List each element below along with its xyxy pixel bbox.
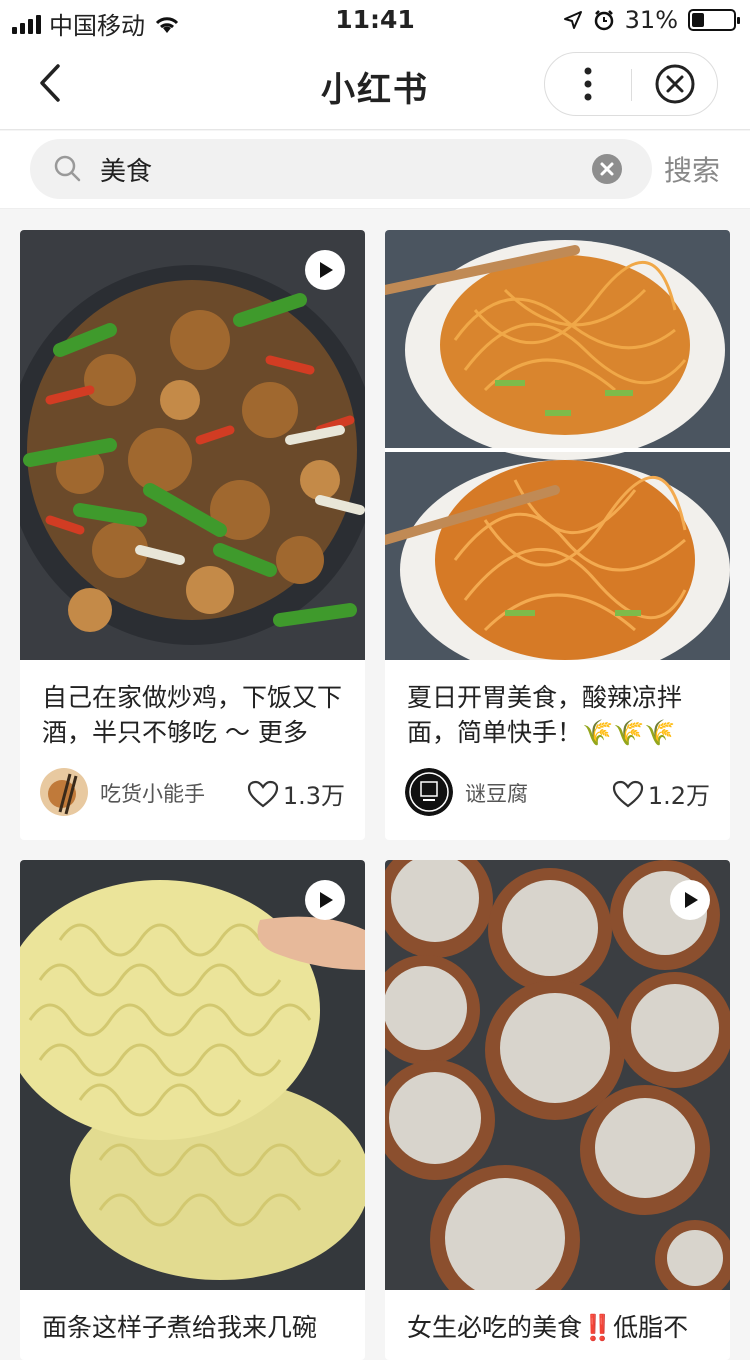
note-cover-image [385,230,730,660]
note-title: 夏日开胃美食，酸辣凉拌面，简单快手！🌾🌾🌾 [407,683,683,747]
play-icon [320,892,333,908]
note-card[interactable]: 夏日开胃美食，酸辣凉拌面，简单快手！🌾🌾🌾 谜豆腐 1.2万 [385,230,730,840]
note-card[interactable]: 自己在家做炒鸡，下饭又下酒，半只不够吃 ～ 更多 吃货小能手 1.3万 [20,230,365,840]
avatar[interactable] [405,768,453,816]
note-cover-image [20,230,365,660]
battery-percent: 31% [624,6,678,34]
like-button[interactable]: 1.2万 [612,776,710,811]
video-badge [305,250,345,290]
note-meta: 谜豆腐 1.2万 [405,768,710,818]
play-icon [320,262,333,278]
video-badge [670,880,710,920]
status-bar: 中国移动 11:41 31% [0,0,750,40]
note-card[interactable]: 女生必吃的美食‼️低脂不 [385,860,730,1360]
close-button[interactable] [632,53,718,115]
stir-fry-chicken-image [20,230,365,660]
note-cover-image [20,860,365,1290]
cold-noodles-image [385,230,730,660]
like-count: 1.3万 [282,782,345,810]
note-card[interactable]: 面条这样子煮给我来几碗 [20,860,365,1360]
more-button[interactable] [545,53,631,115]
play-icon [685,892,698,908]
heart-icon [247,780,278,807]
clear-icon[interactable] [592,154,622,184]
heart-icon [612,780,643,807]
search-input[interactable] [100,149,580,189]
dry-noodle-cakes-image [20,860,365,1290]
search-icon [54,155,81,182]
note-title: 面条这样子煮给我来几碗 [42,1313,318,1342]
search-button[interactable]: 搜索 [664,149,720,189]
author-name[interactable]: 谜豆腐 [465,778,528,808]
location-arrow-icon [563,11,582,29]
note-cover-image [385,860,730,1290]
note-meta: 吃货小能手 1.3万 [40,768,345,818]
like-button[interactable]: 1.3万 [247,776,345,811]
navigation-bar: 小红书 [0,40,750,130]
video-badge [305,880,345,920]
search-bar: 搜索 [0,131,750,209]
close-circle-icon [655,64,695,104]
alarm-icon [594,10,613,31]
search-box [30,139,652,199]
note-title: 自己在家做炒鸡，下饭又下酒，半只不够吃 ～ 更多 [42,683,343,747]
note-title: 女生必吃的美食‼️低脂不 [407,1313,689,1342]
stuffed-mushrooms-image [385,860,730,1290]
like-count: 1.2万 [647,782,710,810]
more-dots-icon [584,67,592,101]
mini-program-capsule [544,52,718,116]
battery-icon [688,9,740,31]
status-right: 31% [563,6,740,34]
author-name[interactable]: 吃货小能手 [100,778,205,808]
avatar[interactable] [40,768,88,816]
